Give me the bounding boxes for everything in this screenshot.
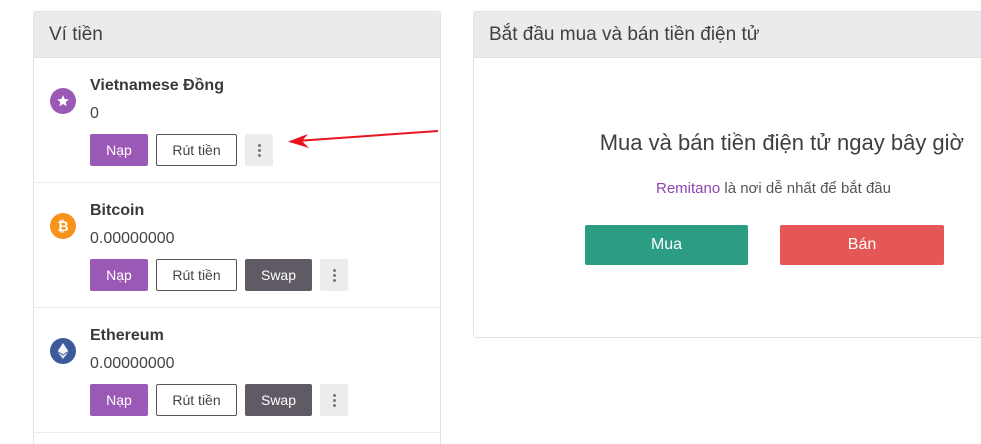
ethereum-icon <box>50 338 76 364</box>
withdraw-button[interactable]: Rút tiền <box>156 384 237 416</box>
asset-actions: Nạp Rút tiền Swap <box>90 259 348 291</box>
deposit-button[interactable]: Nạp <box>90 259 148 291</box>
more-vertical-icon <box>332 393 336 407</box>
asset-balance: 0 <box>90 105 99 122</box>
more-options-button[interactable] <box>320 384 348 416</box>
start-subtitle-text: là nơi dễ nhất để bắt đầu <box>720 180 891 197</box>
start-panel-title: Bắt đầu mua và bán tiền điện tử <box>474 12 981 58</box>
asset-name: Ethereum <box>90 327 164 344</box>
start-trading-panel: Bắt đầu mua và bán tiền điện tử Mua và b… <box>473 11 981 338</box>
swap-button[interactable]: Swap <box>245 259 312 291</box>
asset-name: Bitcoin <box>90 202 145 219</box>
withdraw-button[interactable]: Rút tiền <box>156 259 237 291</box>
asset-balance: 0.00000000 <box>90 355 175 372</box>
start-headline: Mua và bán tiền điện tử ngay bây giờ <box>599 130 964 155</box>
annotation-arrow-icon <box>288 130 439 148</box>
swap-button[interactable]: Swap <box>245 384 312 416</box>
remitano-link[interactable]: Remitano <box>656 180 720 197</box>
withdraw-button[interactable]: Rút tiền <box>156 134 237 166</box>
asset-actions: Nạp Rút tiền Swap <box>90 384 348 416</box>
more-vertical-icon <box>257 143 261 157</box>
more-options-button[interactable] <box>320 259 348 291</box>
asset-actions: Nạp Rút tiền <box>90 134 273 166</box>
asset-name: Vietnamese Đồng <box>90 77 224 94</box>
asset-row-ethereum: Ethereum 0.00000000 Nạp Rút tiền Swap <box>34 308 440 433</box>
bitcoin-icon: ₿ <box>50 213 76 239</box>
wallet-panel: Ví tiền Vietnamese Đồng 0 Nạp Rút tiền ₿… <box>33 11 441 444</box>
wallet-panel-title: Ví tiền <box>34 12 440 58</box>
asset-row-bitcoin: ₿ Bitcoin 0.00000000 Nạp Rút tiền Swap <box>34 183 440 308</box>
star-icon <box>50 88 76 114</box>
buy-button[interactable]: Mua <box>585 225 748 265</box>
deposit-button[interactable]: Nạp <box>90 384 148 416</box>
more-vertical-icon <box>332 268 336 282</box>
asset-balance: 0.00000000 <box>90 230 175 247</box>
sell-button[interactable]: Bán <box>780 225 944 265</box>
more-options-button[interactable] <box>245 134 273 166</box>
deposit-button[interactable]: Nạp <box>90 134 148 166</box>
start-subtitle: Remitano là nơi dễ nhất để bắt đầu <box>474 180 981 197</box>
asset-row-vnd: Vietnamese Đồng 0 Nạp Rút tiền <box>34 58 440 183</box>
